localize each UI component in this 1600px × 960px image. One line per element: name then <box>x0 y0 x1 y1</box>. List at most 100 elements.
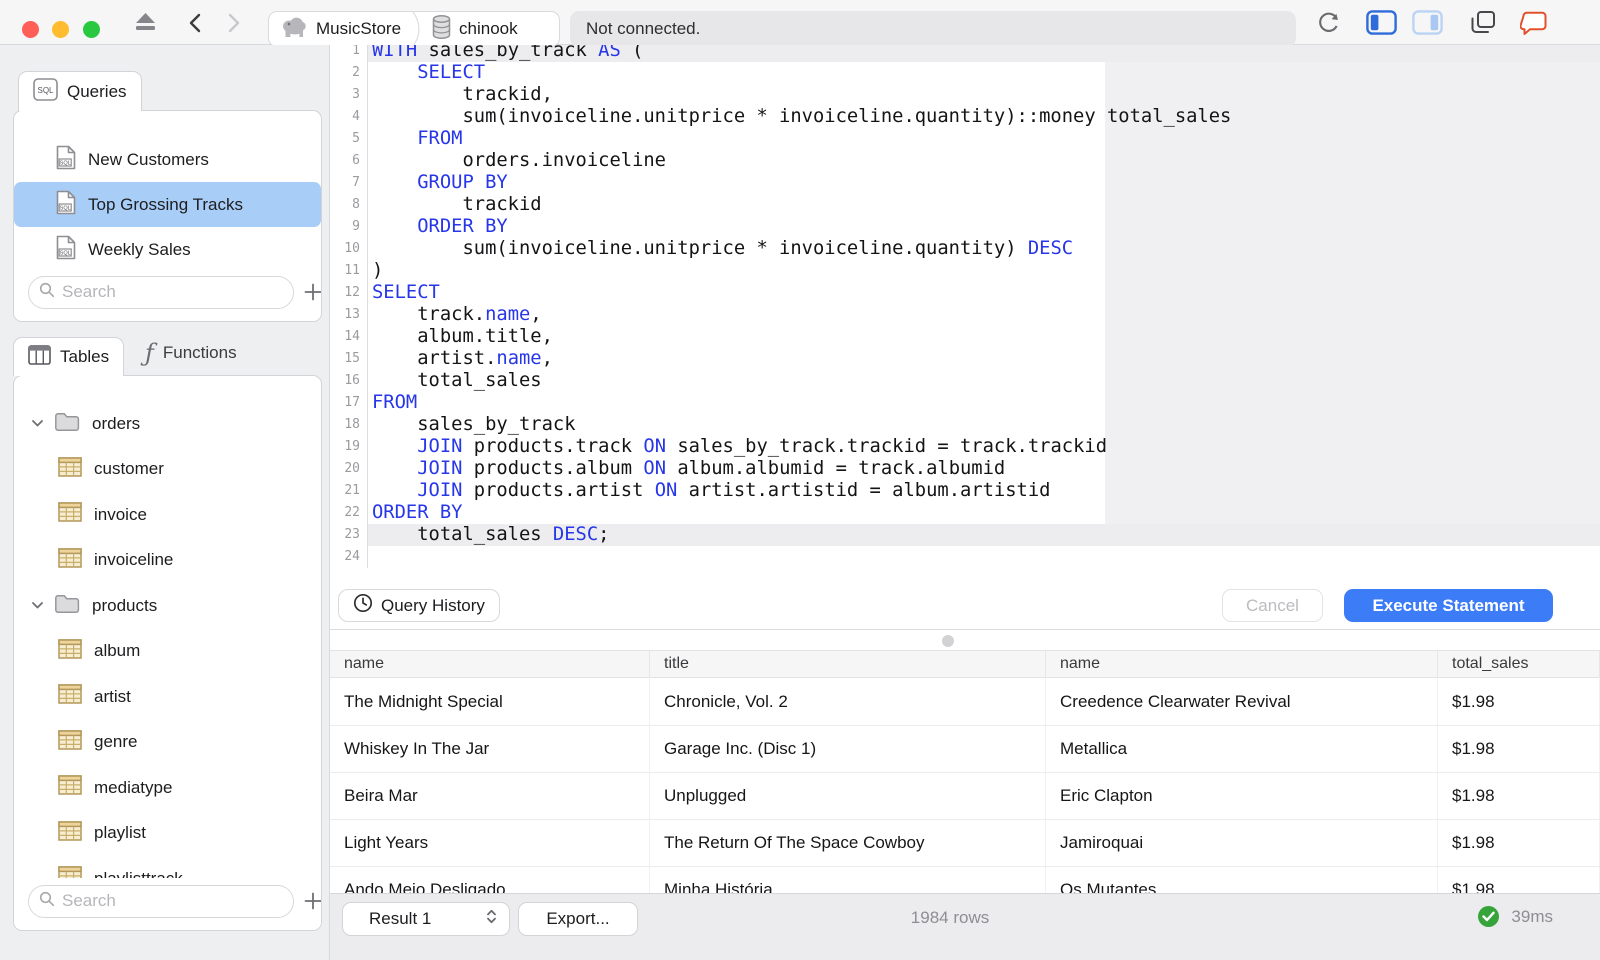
editor-results-divider[interactable] <box>330 629 1600 630</box>
query-history-button[interactable]: Query History <box>338 589 500 622</box>
execute-statement-button[interactable]: Execute Statement <box>1344 589 1553 622</box>
table-cell[interactable]: $1.98 <box>1438 679 1600 725</box>
table-item-artist[interactable]: artist <box>14 674 321 720</box>
table-item-customer[interactable]: customer <box>14 447 321 493</box>
divider-drag-handle[interactable] <box>942 635 954 647</box>
query-item-top-grossing-tracks[interactable]: SQL Top Grossing Tracks <box>14 182 321 227</box>
table-cell[interactable]: The Return Of The Space Cowboy <box>650 820 1046 866</box>
tree-item-label: album <box>94 641 141 661</box>
table-cell[interactable]: Beira Mar <box>330 773 650 819</box>
code-line-9[interactable]: ORDER BY <box>330 216 1600 238</box>
column-header-total_sales[interactable]: total_sales <box>1438 651 1600 677</box>
table-cell[interactable]: Garage Inc. (Disc 1) <box>650 726 1046 772</box>
table-cell[interactable]: Light Years <box>330 820 650 866</box>
table-item-album[interactable]: album <box>14 629 321 675</box>
column-header-name[interactable]: name <box>330 651 650 677</box>
code-line-8[interactable]: trackid <box>330 194 1600 216</box>
code-line-18[interactable]: sales_by_track <box>330 414 1600 436</box>
code-line-19[interactable]: JOIN products.track ON sales_by_track.tr… <box>330 436 1600 458</box>
table-row[interactable]: Ando Meio Desligado Minha História Os Muta… <box>330 867 1600 893</box>
code-line-14[interactable]: album.title, <box>330 326 1600 348</box>
code-line-15[interactable]: artist.name, <box>330 348 1600 370</box>
refresh-button[interactable] <box>1315 9 1342 36</box>
table-cell[interactable]: $1.98 <box>1438 773 1600 819</box>
eject-icon[interactable] <box>133 11 158 33</box>
table-cell[interactable]: Eric Clapton <box>1046 773 1438 819</box>
queries-search-input[interactable] <box>62 282 283 302</box>
sql-editor[interactable]: 1 2 3 4 5 6 7 8 9 10 11 12 13 14 15 16 17 18 19 20 21 22 23 24 … <box>330 45 1600 585</box>
column-header-name[interactable]: name <box>1046 651 1438 677</box>
table-item-invoiceline[interactable]: invoiceline <box>14 538 321 584</box>
zoom-button[interactable] <box>83 21 100 38</box>
code-line-3[interactable]: trackid, <box>330 84 1600 106</box>
code-line-2[interactable]: SELECT <box>330 62 1600 84</box>
add-query-button[interactable] <box>304 280 321 304</box>
schema-folder-products[interactable]: products <box>14 583 321 629</box>
minimize-button[interactable] <box>52 21 69 38</box>
table-row[interactable]: Whiskey In The Jar Garage Inc. (Disc 1) Me… <box>330 726 1600 773</box>
tab-queries[interactable]: SQL Queries <box>18 71 142 111</box>
chevron-down-icon[interactable] <box>31 601 45 610</box>
code-line-7[interactable]: GROUP BY <box>330 172 1600 194</box>
schema-folder-orders[interactable]: orders <box>14 401 321 447</box>
code-line-1[interactable]: WITH sales_by_track AS ( <box>330 45 1600 62</box>
chevron-down-icon[interactable] <box>31 419 45 428</box>
table-cell[interactable]: Unplugged <box>650 773 1046 819</box>
feedback-chat-button[interactable] <box>1520 11 1549 36</box>
tab-functions[interactable]: ƒ Functions <box>135 341 247 365</box>
cancel-button[interactable]: Cancel <box>1222 589 1323 622</box>
code-line-23[interactable]: total_sales DESC; <box>330 524 1600 546</box>
table-cell[interactable]: $1.98 <box>1438 867 1600 893</box>
table-row[interactable]: Beira Mar Unplugged Eric Clapton $1.98 <box>330 773 1600 820</box>
close-button[interactable] <box>22 21 39 38</box>
code-line-13[interactable]: track.name, <box>330 304 1600 326</box>
column-header-title[interactable]: title <box>650 651 1046 677</box>
code-line-5[interactable]: FROM <box>330 128 1600 150</box>
query-item-weekly-sales[interactable]: SQL Weekly Sales <box>14 227 321 272</box>
table-cell[interactable]: Chronicle, Vol. 2 <box>650 679 1046 725</box>
table-cell[interactable]: Minha História <box>650 867 1046 893</box>
code-line-17[interactable]: FROM <box>330 392 1600 414</box>
query-item-new-customers[interactable]: SQL New Customers <box>14 137 321 182</box>
tree-item-label: genre <box>94 732 138 752</box>
code-line-6[interactable]: orders.invoiceline <box>330 150 1600 172</box>
code-line-4[interactable]: sum(invoiceline.unitprice * invoiceline.… <box>330 106 1600 128</box>
table-cell[interactable]: $1.98 <box>1438 820 1600 866</box>
table-cell[interactable]: Os Mutantes <box>1046 867 1438 893</box>
table-cell[interactable]: Whiskey In The Jar <box>330 726 650 772</box>
code-line-24[interactable] <box>330 546 1600 568</box>
add-table-button[interactable] <box>304 889 321 913</box>
code-line-16[interactable]: total_sales <box>330 370 1600 392</box>
code-line-21[interactable]: JOIN products.artist ON artist.artistid … <box>330 480 1600 502</box>
tables-search-input[interactable] <box>62 891 283 911</box>
breadcrumb-database[interactable]: chinook <box>421 12 528 46</box>
table-item-genre[interactable]: genre <box>14 720 321 766</box>
table-cell[interactable]: Ando Meio Desligado <box>330 867 650 893</box>
table-row[interactable]: Light Years The Return Of The Space Cowbo… <box>330 820 1600 867</box>
result-selector[interactable]: Result 1 <box>342 902 510 936</box>
table-item-mediatype[interactable]: mediatype <box>14 765 321 811</box>
toggle-left-sidebar-button[interactable] <box>1366 10 1397 35</box>
table-cell[interactable]: Metallica <box>1046 726 1438 772</box>
code-line-20[interactable]: JOIN products.album ON album.albumid = t… <box>330 458 1600 480</box>
windows-icon[interactable] <box>1470 10 1497 35</box>
table-item-playlist[interactable]: playlist <box>14 811 321 857</box>
code-line-10[interactable]: sum(invoiceline.unitprice * invoiceline.… <box>330 238 1600 260</box>
tab-tables[interactable]: Tables <box>13 337 125 376</box>
code-line-22[interactable]: ORDER BY <box>330 502 1600 524</box>
back-button[interactable] <box>188 13 201 33</box>
table-cell[interactable]: Creedence Clearwater Revival <box>1046 679 1438 725</box>
table-row[interactable]: The Midnight Special Chronicle, Vol. 2 Cre… <box>330 679 1600 726</box>
table-cell[interactable]: Jamiroquai <box>1046 820 1438 866</box>
table-item-invoice[interactable]: invoice <box>14 492 321 538</box>
toggle-right-sidebar-button[interactable] <box>1412 10 1443 35</box>
export-button[interactable]: Export... <box>518 902 638 936</box>
breadcrumb-server[interactable]: MusicStore <box>269 12 411 46</box>
code-lines[interactable]: WITH sales_by_track AS ( SELECT trackid,… <box>330 45 1600 568</box>
forward-button[interactable] <box>228 13 241 33</box>
table-cell[interactable]: The Midnight Special <box>330 679 650 725</box>
code-line-12[interactable]: SELECT <box>330 282 1600 304</box>
table-cell[interactable]: $1.98 <box>1438 726 1600 772</box>
folder-icon <box>54 411 80 437</box>
code-line-11[interactable]: ) <box>330 260 1600 282</box>
